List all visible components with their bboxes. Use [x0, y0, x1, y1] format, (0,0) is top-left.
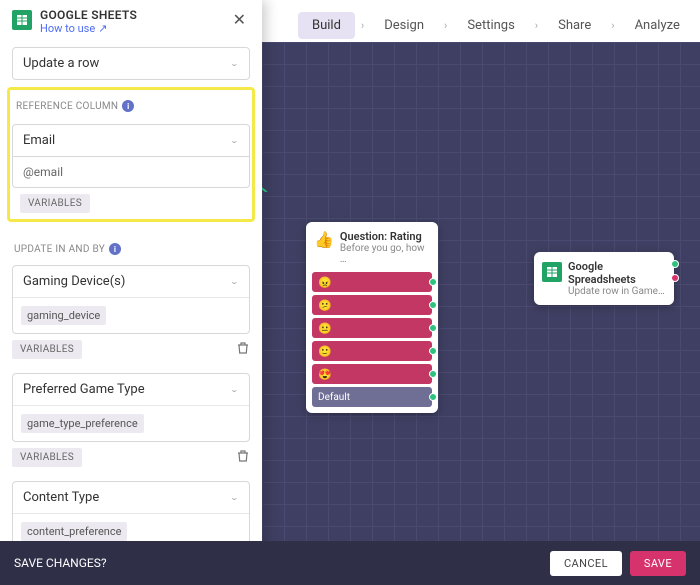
tab-build[interactable]: Build	[298, 12, 355, 39]
tab-analyze[interactable]: Analyze	[621, 12, 694, 39]
config-sidebar: GOOGLE SHEETS How to use ↗ ✕ Update a ro…	[0, 0, 262, 585]
delete-field-button[interactable]	[236, 340, 250, 359]
tab-settings[interactable]: Settings	[453, 12, 528, 39]
port-icon[interactable]	[429, 370, 437, 378]
variables-button[interactable]: VARIABLES	[12, 340, 82, 359]
cancel-button[interactable]: CANCEL	[550, 551, 622, 576]
node-g-subtitle: Update row in Game…	[568, 286, 666, 297]
node-q-subtitle: Before you go, how …	[340, 243, 430, 265]
howto-link[interactable]: How to use ↗	[40, 22, 221, 35]
port-success-icon[interactable]	[671, 260, 679, 268]
sheets-icon	[12, 10, 32, 30]
update-field-3: Content Type ⌄ content_preference	[12, 481, 250, 550]
column-select[interactable]: Gaming Device(s) ⌄	[13, 266, 249, 298]
thumbs-up-icon: 👍	[314, 230, 334, 265]
rating-opt-4[interactable]: 🙂	[312, 341, 432, 361]
info-icon[interactable]: i	[122, 100, 134, 112]
chevron-down-icon: ⌄	[230, 59, 239, 68]
port-icon[interactable]	[429, 347, 437, 355]
ref-column-select[interactable]: Email ⌄	[12, 124, 250, 157]
section-label: REFERENCE COLUMN	[16, 101, 118, 112]
rating-opt-2[interactable]: 😕	[312, 295, 432, 315]
port-icon[interactable]	[429, 324, 437, 332]
save-button[interactable]: SAVE	[630, 551, 686, 576]
tab-design[interactable]: Design	[370, 12, 438, 39]
variables-button[interactable]: VARIABLES	[20, 194, 90, 213]
port-icon[interactable]	[429, 393, 437, 401]
variable-pill[interactable]: game_type_preference	[21, 414, 144, 433]
port-icon[interactable]	[429, 278, 437, 286]
update-field-1: Gaming Device(s) ⌄ gaming_device	[12, 265, 250, 334]
info-icon[interactable]: i	[109, 243, 121, 255]
save-bar: SAVE CHANGES? CANCEL SAVE	[0, 541, 700, 585]
node-q-title: Question: Rating	[340, 230, 430, 243]
chevron-down-icon: ⌄	[230, 136, 239, 145]
save-prompt: SAVE CHANGES?	[14, 556, 107, 570]
integration-title: GOOGLE SHEETS	[40, 8, 221, 22]
rating-opt-3[interactable]: 😐	[312, 318, 432, 338]
action-select[interactable]: Update a row ⌄	[12, 47, 250, 80]
close-button[interactable]: ✕	[229, 8, 250, 31]
variable-pill[interactable]: content_preference	[21, 522, 127, 541]
port-icon[interactable]	[429, 301, 437, 309]
flow-canvas[interactable]: 👍 Question: Rating Before you go, how … …	[262, 42, 700, 585]
chevron-down-icon: ⌄	[230, 385, 239, 394]
variables-button[interactable]: VARIABLES	[12, 448, 82, 467]
reference-column-section: REFERENCE COLUMN i Email ⌄ @email VARIAB…	[8, 88, 254, 221]
node-g-title: Google Spreadsheets	[568, 260, 666, 286]
variable-pill[interactable]: gaming_device	[21, 306, 106, 325]
update-field-2: Preferred Game Type ⌄ game_type_preferen…	[12, 373, 250, 442]
delete-field-button[interactable]	[236, 448, 250, 467]
section-label: UPDATE IN AND BY	[14, 244, 105, 255]
node-question[interactable]: 👍 Question: Rating Before you go, how … …	[306, 222, 438, 413]
rating-opt-1[interactable]: 😠	[312, 272, 432, 292]
rating-opt-5[interactable]: 😍	[312, 364, 432, 384]
chevron-down-icon: ⌄	[230, 277, 239, 286]
port-error-icon[interactable]	[671, 274, 679, 282]
column-select[interactable]: Preferred Game Type ⌄	[13, 374, 249, 406]
external-link-icon: ↗	[98, 22, 107, 35]
column-select[interactable]: Content Type ⌄	[13, 482, 249, 514]
node-gsheets[interactable]: Google Spreadsheets Update row in Game…	[534, 252, 674, 305]
ref-value-input[interactable]: @email	[12, 157, 250, 188]
rating-default[interactable]: Default	[312, 387, 432, 407]
sheets-icon	[542, 262, 562, 282]
chevron-down-icon: ⌄	[230, 493, 239, 502]
top-tabs: Build› Design› Settings› Share› Analyze	[262, 8, 700, 42]
tab-share[interactable]: Share	[544, 12, 605, 39]
